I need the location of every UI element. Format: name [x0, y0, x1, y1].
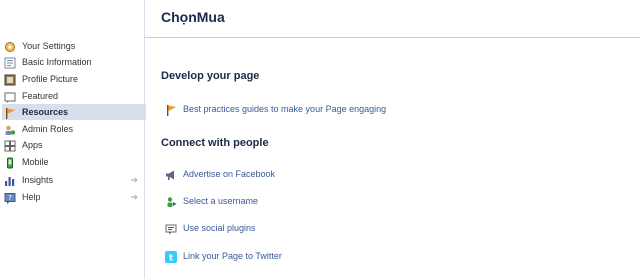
- sidebar-item-label: Insights: [22, 175, 54, 185]
- sidebar-item-label: Help: [22, 192, 41, 202]
- link-label: Select a username: [183, 196, 259, 206]
- mobile-icon: [4, 156, 16, 169]
- link-label: Link your Page to Twitter: [183, 251, 282, 261]
- link-label: Advertise on Facebook: [183, 169, 276, 179]
- insights-icon: [4, 174, 16, 186]
- sidebar-item-resources[interactable]: Resources: [2, 104, 146, 120]
- resources-icon: [4, 106, 16, 119]
- sidebar-item-label: Your Settings: [22, 41, 76, 51]
- link-label: Best practices guides to make your Page …: [183, 104, 387, 114]
- twitter-icon: t: [165, 250, 177, 264]
- divider: [145, 37, 640, 38]
- picture-icon: [4, 73, 16, 86]
- sidebar-item-label: Mobile: [22, 157, 49, 167]
- help-icon: ?: [4, 191, 16, 204]
- apps-icon: [4, 139, 16, 152]
- section-heading-connect: Connect with people: [161, 137, 269, 149]
- sidebar-item-label: Admin Roles: [22, 124, 74, 134]
- sidebar-item-your-settings[interactable]: Your Settings: [4, 38, 144, 54]
- sidebar-item-label: Profile Picture: [22, 74, 79, 84]
- sidebar-item-label: Apps: [22, 140, 43, 150]
- settings-icon: [4, 40, 16, 52]
- sidebar: Your Settings Basic Information Profile …: [0, 0, 146, 279]
- sidebar-item-basic-information[interactable]: Basic Information: [4, 54, 144, 70]
- sidebar-item-mobile[interactable]: Mobile: [4, 154, 144, 170]
- social-plugins-link[interactable]: Use social plugins: [165, 220, 256, 236]
- arrow-right-icon: ➔: [130, 174, 138, 185]
- sidebar-item-help[interactable]: ? Help ➔: [4, 189, 144, 205]
- admin-roles-icon: [4, 123, 16, 135]
- arrow-right-icon: ➔: [130, 191, 138, 202]
- select-username-link[interactable]: Select a username: [165, 193, 258, 209]
- sidebar-item-label: Basic Information: [22, 57, 92, 67]
- best-practices-link[interactable]: Best practices guides to make your Page …: [165, 101, 386, 117]
- username-icon: [165, 195, 177, 207]
- svg-text:t: t: [169, 254, 174, 264]
- section-heading-develop: Develop your page: [161, 70, 260, 82]
- sidebar-item-label: Featured: [22, 91, 59, 101]
- featured-icon: [4, 90, 16, 103]
- sidebar-item-admin-roles[interactable]: Admin Roles: [4, 121, 144, 137]
- sidebar-item-label: Resources: [22, 107, 69, 117]
- main-content: ChọnMua Develop your page Best practices…: [145, 0, 640, 279]
- twitter-link[interactable]: t Link your Page to Twitter: [165, 248, 282, 264]
- info-icon: [4, 56, 16, 69]
- sidebar-item-featured[interactable]: Featured: [4, 88, 144, 104]
- sidebar-item-profile-picture[interactable]: Profile Picture: [4, 71, 144, 87]
- sidebar-item-apps[interactable]: Apps: [4, 137, 144, 153]
- plugin-icon: [165, 222, 177, 235]
- megaphone-icon: [165, 168, 177, 180]
- advertise-link[interactable]: Advertise on Facebook: [165, 166, 275, 182]
- svg-text:?: ?: [8, 194, 12, 202]
- sidebar-item-insights[interactable]: Insights ➔: [4, 172, 144, 188]
- link-label: Use social plugins: [183, 223, 256, 233]
- flag-icon: [165, 103, 177, 116]
- page-title: ChọnMua: [161, 9, 225, 25]
